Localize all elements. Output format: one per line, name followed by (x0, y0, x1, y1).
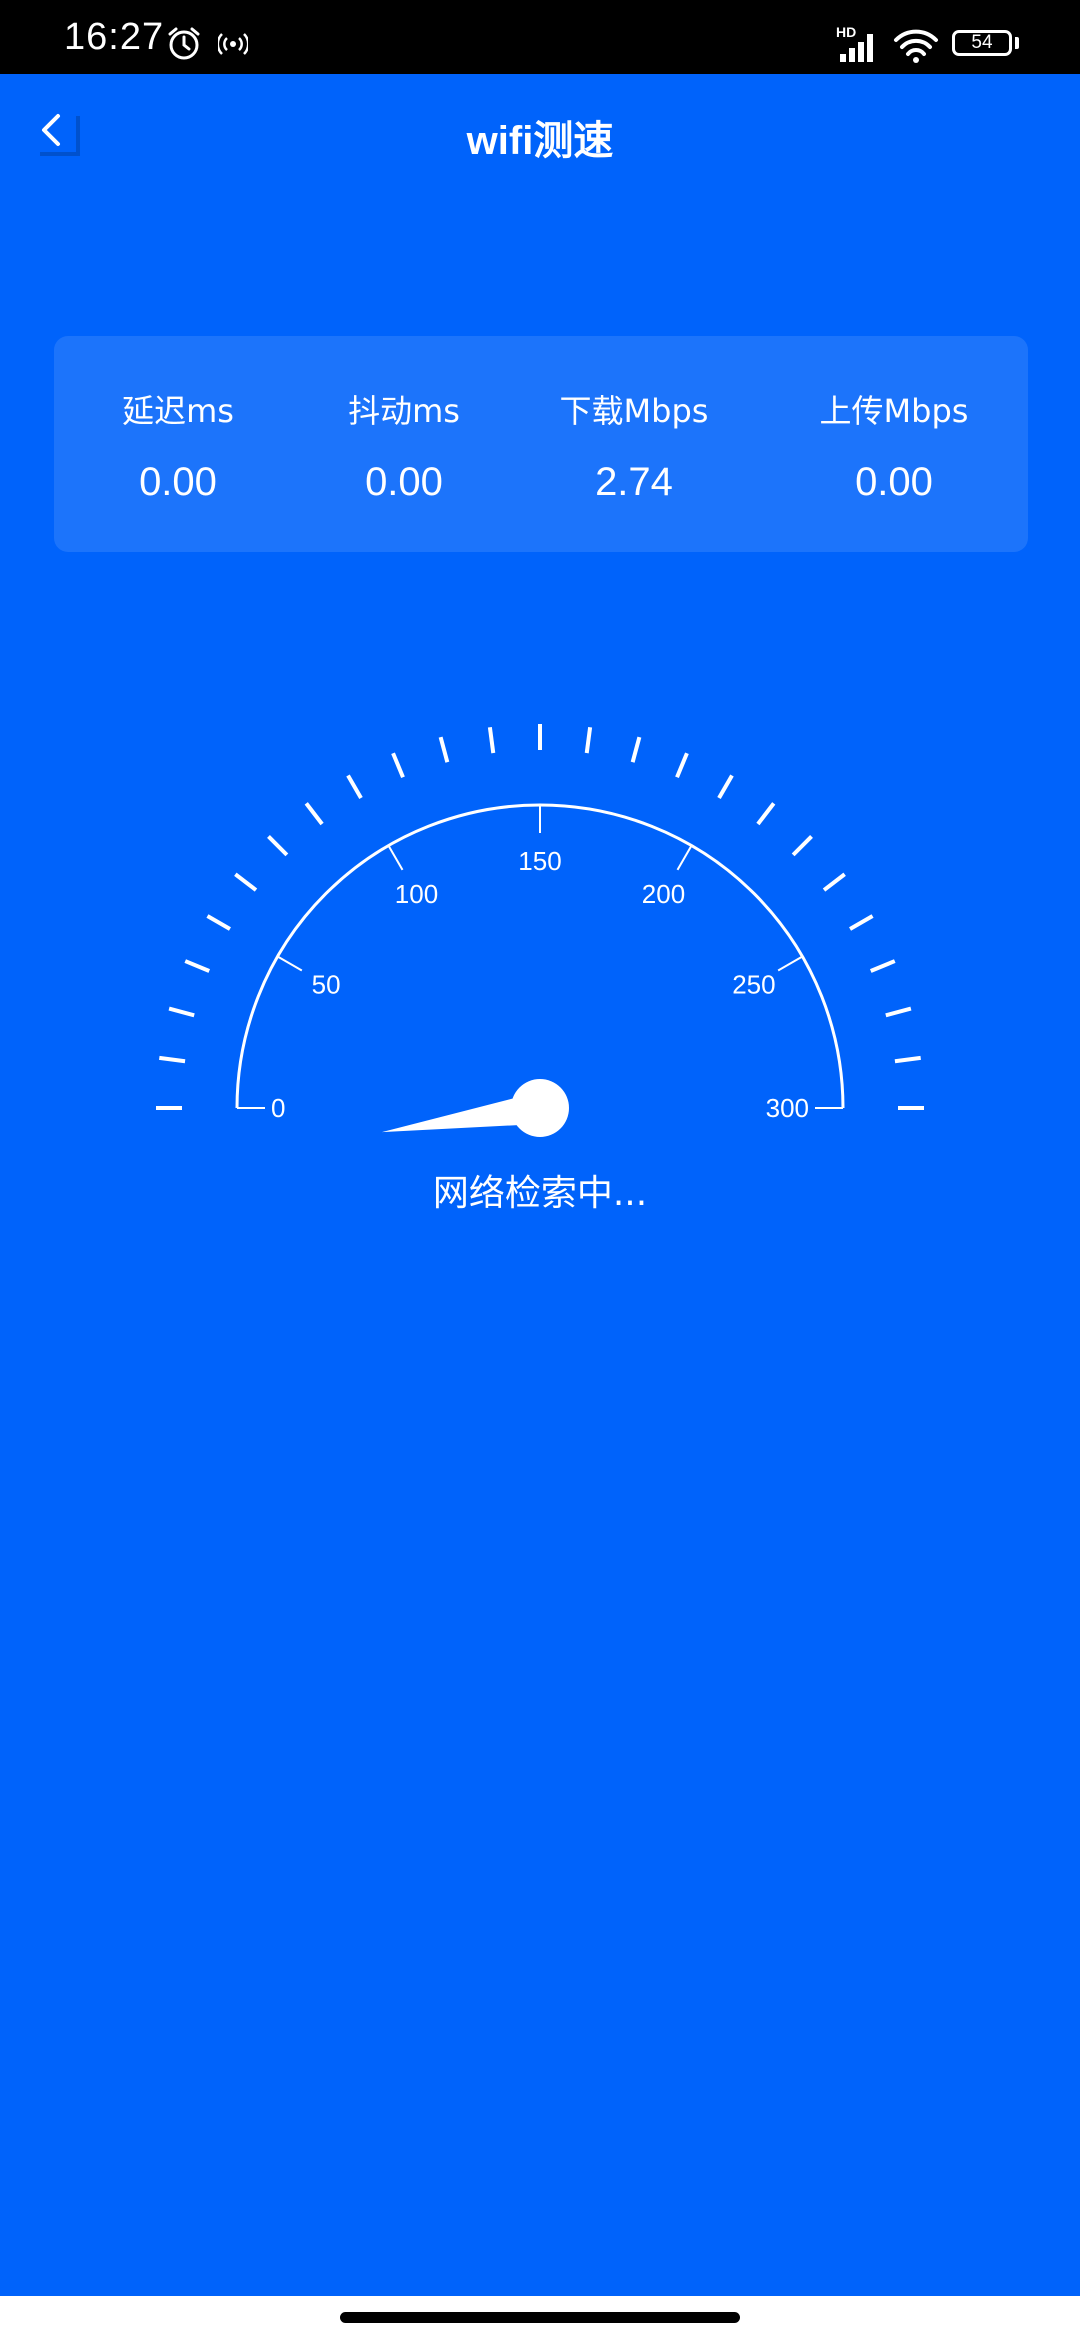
gauge-tick-label: 0 (271, 1093, 285, 1123)
gauge-tick (676, 845, 693, 871)
gauge-tick-label: 150 (518, 846, 561, 876)
gauge-tick-label: 50 (312, 970, 341, 1000)
gauge-outer-tick (487, 727, 496, 754)
gauge-outer-tick (184, 959, 211, 973)
gauge-needle-hub (511, 1079, 569, 1137)
gauge-tick (777, 955, 803, 972)
gauge-outer-tick (822, 872, 846, 892)
gauge-outer-tick (159, 1055, 186, 1064)
gauge-outer-tick (630, 736, 642, 763)
gauge-outer-tick (869, 959, 896, 973)
gauge-outer-ticks (156, 724, 924, 1110)
gauge-outer-tick (438, 736, 450, 763)
gauge-outer-tick (894, 1055, 921, 1064)
gauge-tick-label: 250 (732, 970, 775, 1000)
gauge-outer-tick (849, 914, 874, 931)
gauge-outer-tick (584, 727, 593, 754)
gauge-outer-tick (234, 872, 258, 892)
gauge-outer-tick (206, 914, 231, 931)
gauge-tick (387, 845, 404, 871)
gauge-outer-tick (675, 752, 689, 779)
gauge-tick-label: 100 (395, 879, 438, 909)
gauge-outer-tick (304, 802, 324, 826)
gauge-outer-tick (346, 774, 363, 799)
gauge-outer-tick (717, 774, 734, 799)
gauge-outer-tick (391, 752, 405, 779)
gauge-outer-tick (791, 835, 813, 857)
gauge-outer-tick (756, 802, 776, 826)
gauge-tick-label: 200 (642, 879, 685, 909)
gauge-outer-tick (168, 1006, 195, 1018)
speed-gauge: 0 50 100 150 200 250 300 (156, 724, 924, 1137)
gauge-outer-tick (885, 1006, 912, 1018)
gauge-outer-tick (267, 835, 289, 857)
gauge-tick (277, 955, 303, 972)
home-indicator[interactable] (340, 2312, 740, 2323)
gauge-tick-label: 300 (766, 1093, 809, 1123)
status-text: 网络检索中... (432, 1173, 648, 1214)
